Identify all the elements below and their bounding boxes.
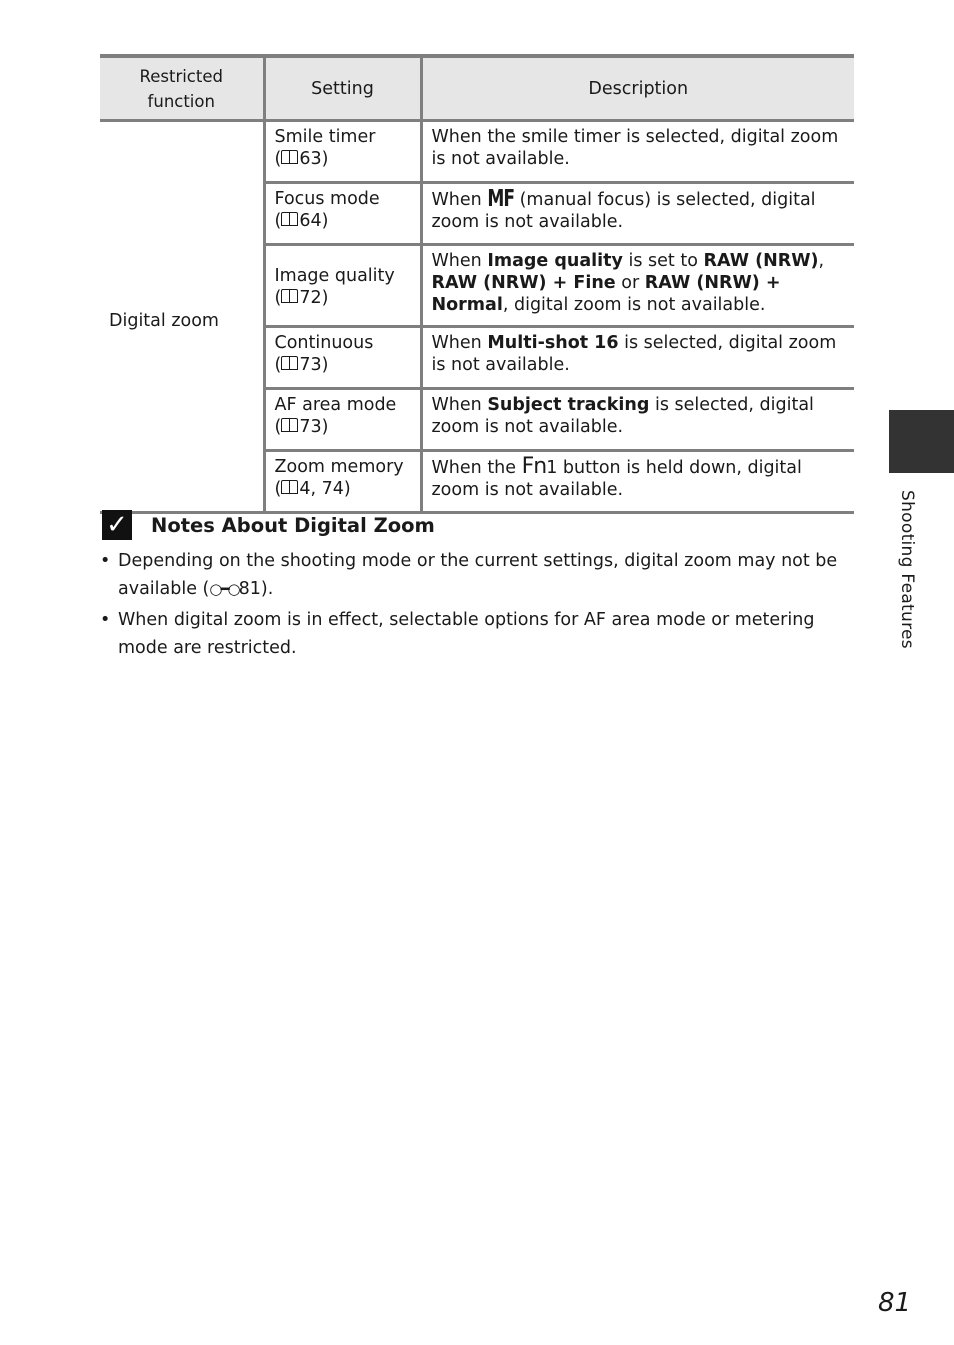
chapter-tab bbox=[889, 410, 954, 473]
header-description: Description bbox=[419, 54, 854, 122]
book-icon bbox=[281, 480, 298, 495]
setting-cell: Image quality (72) bbox=[262, 244, 421, 328]
page-number: 81 bbox=[878, 1288, 912, 1318]
description-cell: When Multi-shot 16 is selected, digital … bbox=[419, 326, 854, 390]
page-reference: 4, 74) bbox=[299, 479, 351, 499]
description-cell: When the Fn1 button is held down, digita… bbox=[419, 450, 854, 514]
page-reference: 72) bbox=[299, 287, 329, 308]
header-restricted-function: Restricted function bbox=[100, 54, 264, 122]
notes-list: Depending on the shooting mode or the cu… bbox=[100, 548, 860, 662]
notes-header: ✓ Notes About Digital Zoom bbox=[100, 506, 860, 544]
book-icon bbox=[281, 418, 298, 433]
setting-cell: Focus mode (64) bbox=[262, 182, 421, 246]
notes-section: ✓ Notes About Digital Zoom Depending on … bbox=[100, 506, 860, 666]
reference-section-icon: ○━○ bbox=[209, 579, 240, 598]
check-icon: ✓ bbox=[102, 510, 132, 540]
setting-cell: Zoom memory (4, 74) bbox=[262, 450, 421, 514]
setting-name: AF area mode bbox=[274, 395, 397, 415]
manual-focus-icon: MF bbox=[487, 185, 515, 213]
table-row: Digital zoom Smile timer (63) When the s… bbox=[100, 120, 854, 514]
description-cell: When Image quality is set to RAW (NRW), … bbox=[419, 244, 854, 328]
header-setting: Setting bbox=[262, 54, 421, 122]
page-reference: 73) bbox=[299, 417, 329, 437]
setting-cell: Smile timer (63) bbox=[262, 120, 421, 184]
table-header-row: Restricted function Setting Description bbox=[100, 54, 854, 122]
notes-title: Notes About Digital Zoom bbox=[151, 513, 435, 537]
book-icon bbox=[281, 356, 298, 371]
setting-name: Smile timer bbox=[274, 127, 376, 147]
list-item: When digital zoom is in effect, selectab… bbox=[100, 607, 860, 662]
restricted-function-cell: Digital zoom bbox=[100, 120, 264, 514]
setting-name: Image quality bbox=[274, 265, 395, 286]
description-cell: When the smile timer is selected, digita… bbox=[419, 120, 854, 184]
book-icon bbox=[281, 212, 298, 227]
setting-name: Zoom memory bbox=[274, 457, 404, 477]
chapter-label: Shooting Features bbox=[897, 490, 917, 649]
restricted-functions-table: Restricted function Setting Description … bbox=[100, 54, 854, 514]
book-icon bbox=[281, 150, 298, 165]
book-icon bbox=[281, 288, 298, 304]
description-cell: When Subject tracking is selected, digit… bbox=[419, 388, 854, 452]
setting-cell: AF area mode (73) bbox=[262, 388, 421, 452]
setting-name: Focus mode bbox=[274, 189, 380, 209]
fn-button-icon: Fn bbox=[521, 454, 548, 479]
description-cell: When MF (manual focus) is selected, digi… bbox=[419, 182, 854, 246]
setting-name: Continuous bbox=[274, 333, 374, 353]
list-item: Depending on the shooting mode or the cu… bbox=[100, 548, 860, 603]
page-reference: 64) bbox=[299, 211, 329, 231]
page-reference: 63) bbox=[299, 149, 329, 169]
page-reference: 73) bbox=[299, 355, 329, 375]
setting-cell: Continuous (73) bbox=[262, 326, 421, 390]
